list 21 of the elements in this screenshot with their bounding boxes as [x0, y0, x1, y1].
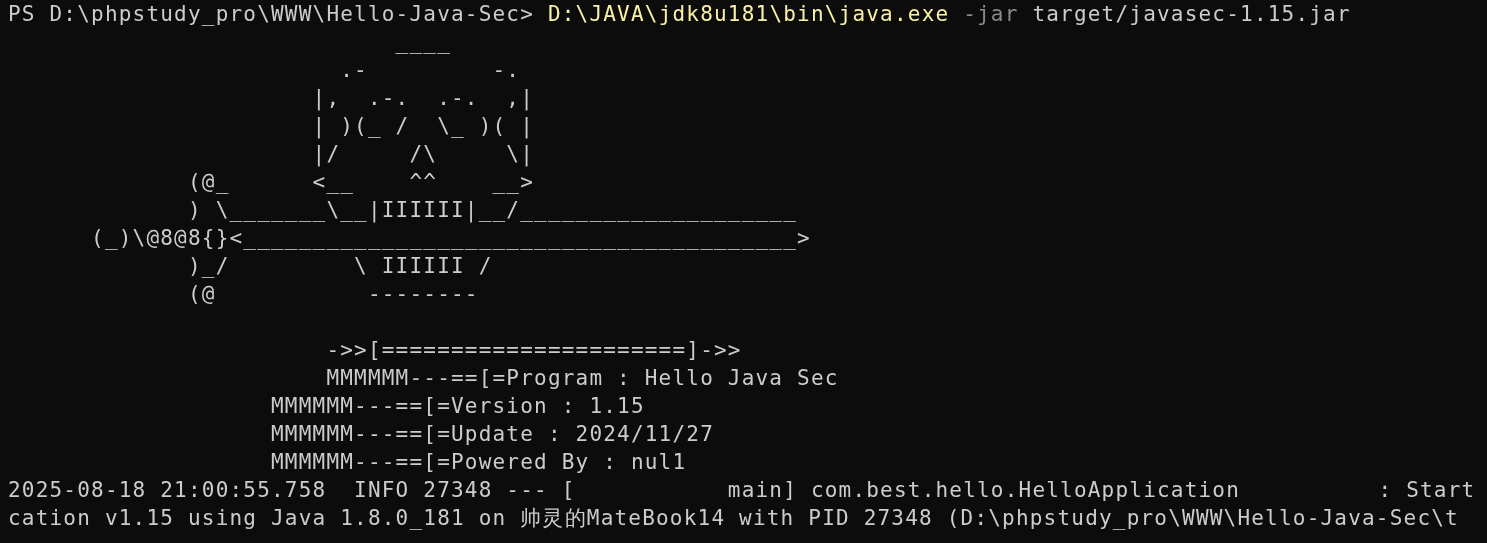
command-text: D:\JAVA\jdk8u181\bin\java.exe	[547, 2, 950, 26]
log-line: cation v1.15 using Java 1.8.0_181 on 帅灵的MateBook14 with PID 27348 (D:\phpstudy_pro\WWW\Hello-Java-Sec\t	[8, 505, 1459, 532]
banner-line: MMMMMM---==[=Program : Hello Java Sec	[325, 365, 839, 392]
banner-line: (@ --------	[186, 281, 479, 308]
argument-text: target/javasec-1.15.jar	[1031, 2, 1351, 26]
banner-line: ->>[======================]->>	[325, 337, 742, 364]
banner-line: )_/ \ IIIIII /	[186, 253, 493, 280]
banner-line: (_)\@8@8{}<________________________________________>	[90, 225, 811, 252]
banner-line: MMMMMM---==[=Update : 2024/11/27	[270, 421, 714, 448]
banner-line: .- -.	[339, 57, 521, 84]
banner-line: (@_ <__ ^^ __>	[186, 169, 535, 196]
banner-line: MMMMMM---==[=Powered By : nul1	[270, 449, 687, 476]
banner-line: ____	[394, 29, 451, 56]
prompt-text: PS D:\phpstudy_pro\WWW\Hello-Java-Sec>	[8, 2, 536, 26]
log-line: 2025-08-18 21:00:55.758 INFO 27348 --- [ main] com.best.hello.HelloApplication : Start	[8, 477, 1476, 504]
flag-text: -jar	[962, 2, 1019, 26]
banner-line: ) \_______\__|IIIIII|__/____________________	[186, 197, 798, 224]
banner-line: |/ /\ \|	[311, 141, 535, 168]
banner-line: | )(_ / \_ )( |	[311, 113, 535, 140]
banner-line: |, .-. .-. ,|	[311, 85, 535, 112]
banner-line: MMMMMM---==[=Version : 1.15	[270, 393, 645, 420]
